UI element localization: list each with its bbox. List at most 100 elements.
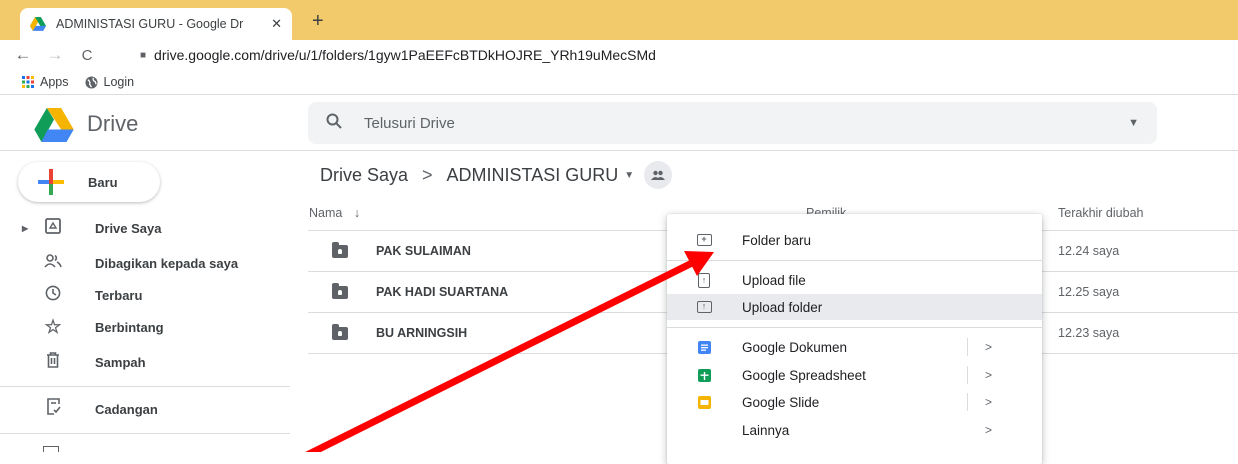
search-input[interactable]: Telusuri Drive xyxy=(364,115,1128,132)
submenu-divider xyxy=(967,366,968,384)
menu-item-new-folder[interactable]: + Folder baru xyxy=(667,227,1042,253)
bookmark-apps[interactable]: Apps xyxy=(22,75,69,89)
column-label: Nama xyxy=(309,206,343,220)
sidebar-item-label: Cadangan xyxy=(95,401,158,417)
menu-item-upload-file[interactable]: ↑ Upload file xyxy=(667,267,1042,293)
backup-icon xyxy=(43,398,63,420)
browser-tab-bar: ADMINISTASI GURU - Google Dr ✕ + xyxy=(0,0,1238,40)
sidebar-item-label: Sampah xyxy=(95,354,146,370)
forward-button[interactable]: → xyxy=(42,45,68,65)
sidebar-item-label: Berbintang xyxy=(95,319,164,335)
browser-tab[interactable]: ADMINISTASI GURU - Google Dr ✕ xyxy=(20,8,292,40)
submenu-arrow-icon[interactable]: > xyxy=(985,340,992,354)
shared-folder-icon xyxy=(332,242,348,258)
clock-icon xyxy=(43,285,63,306)
new-tab-button[interactable]: + xyxy=(312,10,324,33)
breadcrumb-root[interactable]: Drive Saya xyxy=(320,165,408,186)
tab-title: ADMINISTASI GURU - Google Dr xyxy=(56,17,244,31)
trash-icon xyxy=(43,351,63,373)
modified-date: 12.25 saya xyxy=(1058,285,1120,299)
breadcrumb-separator: > xyxy=(422,164,433,185)
submenu-arrow-icon[interactable]: > xyxy=(985,395,992,409)
submenu-arrow-icon[interactable]: > xyxy=(985,368,992,382)
bookmark-login[interactable]: Login xyxy=(84,75,135,89)
sidebar-divider xyxy=(0,433,290,434)
shared-folder-icon xyxy=(332,283,348,299)
sidebar-item-shared[interactable]: Dibagikan kepada saya xyxy=(0,248,290,278)
folder-dropdown-icon[interactable]: ▼ xyxy=(624,170,634,181)
upload-folder-icon: ↑ xyxy=(695,298,713,316)
sidebar-item-starred[interactable]: ☆ Berbintang xyxy=(0,312,290,342)
apps-grid-icon xyxy=(22,76,34,88)
menu-item-label: Google Dokumen xyxy=(742,339,848,355)
bookmark-label: Login xyxy=(103,75,135,89)
new-button[interactable]: Baru xyxy=(18,162,160,202)
folder-name: PAK SULAIMAN xyxy=(376,244,471,258)
sidebar-item-label: Terbaru xyxy=(95,287,143,303)
new-folder-icon: + xyxy=(695,231,713,249)
storage-icon xyxy=(43,446,59,452)
sidebar-item-recent[interactable]: Terbaru xyxy=(0,280,290,310)
breadcrumb: Drive Saya > ADMINISTASI GURU ▼ xyxy=(320,161,673,189)
sidebar-item-my-drive[interactable]: ▶ Drive Saya xyxy=(0,213,290,243)
menu-item-more[interactable]: Lainnya > xyxy=(667,417,1042,443)
column-header-name[interactable]: Nama ↓ xyxy=(309,206,360,220)
menu-item-google-sheets[interactable]: Google Spreadsheet > xyxy=(667,362,1042,388)
google-docs-icon xyxy=(695,338,713,356)
my-drive-icon xyxy=(43,217,63,239)
menu-item-label: Google Slide xyxy=(742,394,820,410)
new-button-label: Baru xyxy=(88,174,118,190)
back-button[interactable]: ← xyxy=(10,45,36,65)
bookmark-label: Apps xyxy=(40,75,69,89)
globe-icon xyxy=(84,75,98,89)
expand-arrow-icon[interactable]: ▶ xyxy=(22,224,28,233)
colored-plus-icon xyxy=(38,169,64,195)
menu-item-label: Upload folder xyxy=(742,299,823,315)
breadcrumb-current-folder[interactable]: ADMINISTASI GURU xyxy=(447,165,619,186)
menu-item-label: Google Spreadsheet xyxy=(742,367,866,383)
menu-item-google-docs[interactable]: Google Dokumen > xyxy=(667,334,1042,360)
url-field[interactable]: ■ drive.google.com/drive/u/1/folders/1gy… xyxy=(140,44,656,66)
menu-item-google-slides[interactable]: Google Slide > xyxy=(667,389,1042,415)
google-drive-favicon-icon xyxy=(30,17,46,31)
search-options-dropdown-icon[interactable]: ▼ xyxy=(1128,117,1139,129)
sort-down-arrow-icon[interactable]: ↓ xyxy=(354,206,360,220)
new-item-context-menu: + Folder baru ↑ Upload file ↑ Upload fol… xyxy=(667,214,1042,464)
shared-people-icon xyxy=(43,253,63,273)
app-name: Drive xyxy=(87,111,139,136)
menu-divider xyxy=(667,327,1042,328)
folder-name: BU ARNINGSIH xyxy=(376,326,468,340)
url-text: drive.google.com/drive/u/1/folders/1gyw1… xyxy=(154,47,656,63)
search-icon[interactable] xyxy=(326,113,342,134)
star-icon: ☆ xyxy=(44,316,62,338)
header-divider xyxy=(0,150,1238,151)
menu-item-label: Upload file xyxy=(742,272,806,288)
sidebar-item-label: Drive Saya xyxy=(95,220,162,236)
menu-item-label: Folder baru xyxy=(742,232,812,248)
sidebar-item-trash[interactable]: Sampah xyxy=(0,347,290,377)
submenu-arrow-icon[interactable]: > xyxy=(985,423,992,437)
lock-icon: ■ xyxy=(140,49,147,61)
search-bar[interactable]: Telusuri Drive ▼ xyxy=(308,102,1157,144)
modified-date: 12.23 saya xyxy=(1058,326,1120,340)
google-sheets-icon xyxy=(695,366,713,384)
column-header-modified[interactable]: Terakhir diubah xyxy=(1058,206,1143,220)
shared-folder-icon xyxy=(332,324,348,340)
bookmarks-bar: Apps Login xyxy=(0,70,1238,95)
google-drive-logo-icon[interactable] xyxy=(32,108,76,142)
sidebar-item-label: Dibagikan kepada saya xyxy=(95,255,239,271)
menu-divider xyxy=(667,260,1042,261)
sidebar-item-backups[interactable]: Cadangan xyxy=(0,394,290,424)
sidebar-divider xyxy=(0,386,290,387)
shared-folder-icon[interactable] xyxy=(644,161,673,189)
menu-item-upload-folder[interactable]: ↑ Upload folder xyxy=(667,294,1042,320)
google-slides-icon xyxy=(695,393,713,411)
submenu-divider xyxy=(967,338,968,356)
upload-file-icon: ↑ xyxy=(695,271,713,289)
menu-item-label: Lainnya xyxy=(742,422,790,438)
modified-date: 12.24 saya xyxy=(1058,244,1120,258)
folder-name: PAK HADI SUARTANA xyxy=(376,285,509,299)
submenu-divider xyxy=(967,393,968,411)
tab-close-icon[interactable]: ✕ xyxy=(271,16,282,32)
reload-button[interactable]: C xyxy=(74,47,100,64)
